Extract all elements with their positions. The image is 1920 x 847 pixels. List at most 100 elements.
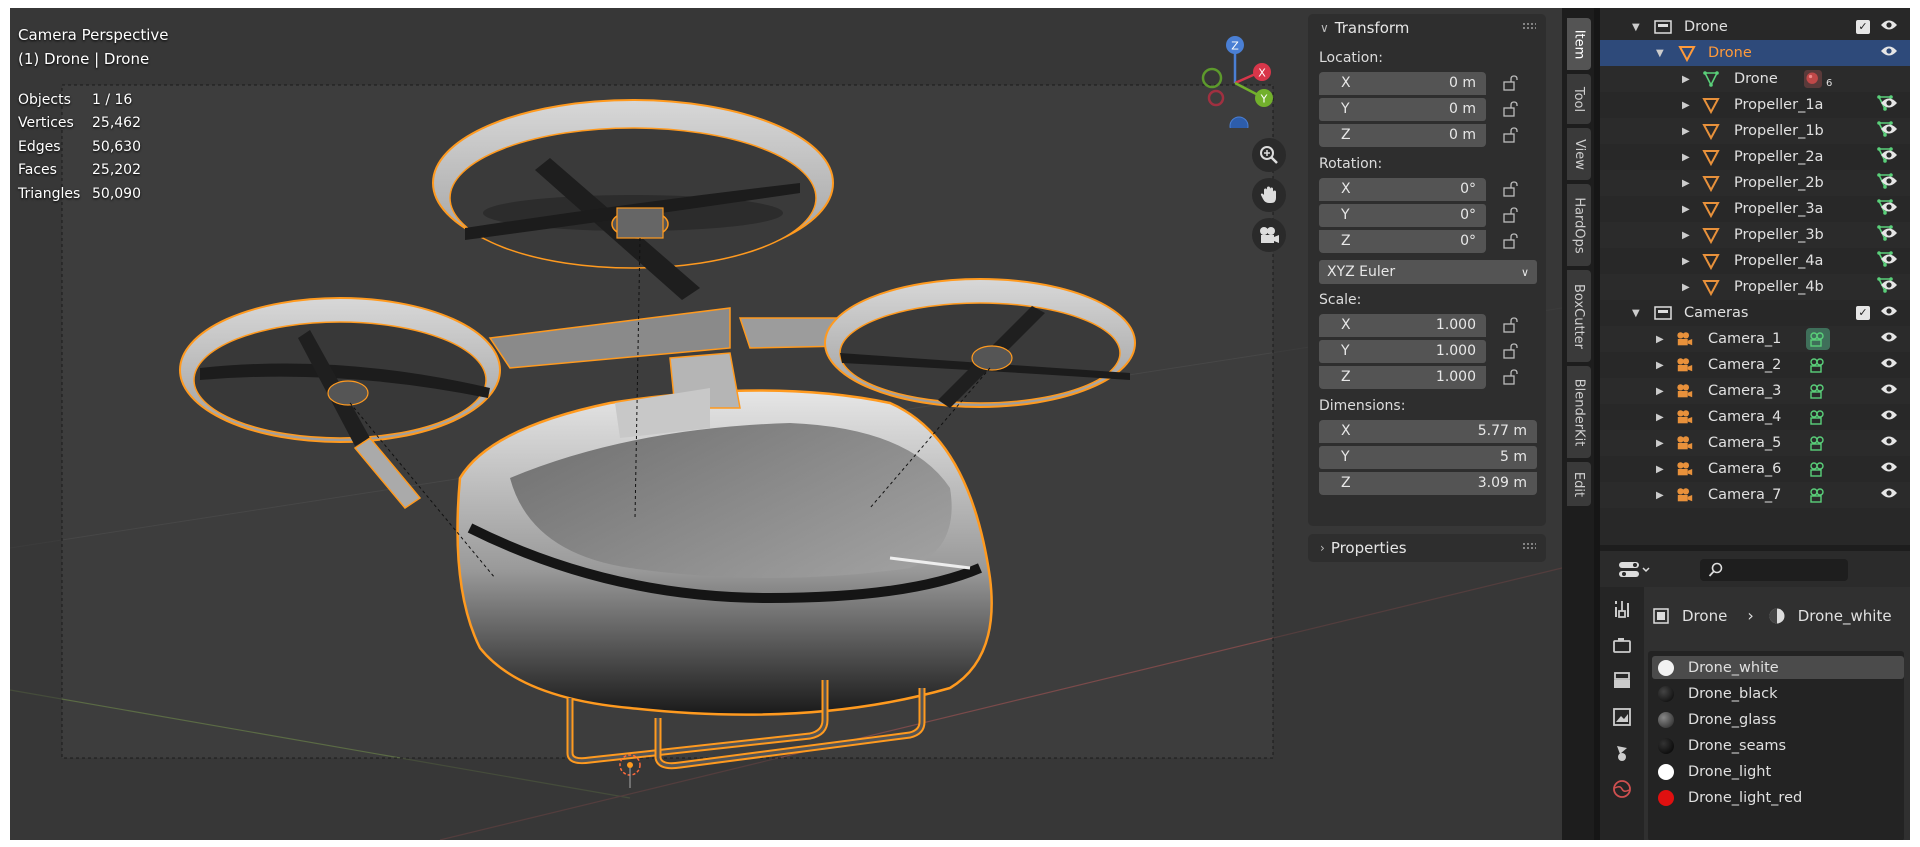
location-x-field[interactable]: X0 m [1319, 71, 1486, 95]
drag-grip-icon[interactable] [1522, 542, 1536, 550]
camera-data-icon[interactable] [1809, 408, 1827, 426]
expand-right-icon[interactable]: ▶ [1682, 100, 1690, 111]
outliner-row-propeller[interactable]: ▶ Propeller_4a [1600, 248, 1910, 274]
eye-icon[interactable] [1880, 357, 1898, 373]
eye-icon[interactable] [1880, 253, 1898, 269]
outliner-row-propeller[interactable]: ▶ Propeller_3a [1600, 196, 1910, 222]
outliner-row-propeller[interactable]: ▶ Propeller_2a [1600, 144, 1910, 170]
camera-data-icon[interactable] [1809, 382, 1827, 400]
render-properties-icon[interactable] [1612, 635, 1632, 655]
eye-icon[interactable] [1880, 175, 1898, 191]
lock-icon[interactable] [1502, 75, 1522, 91]
material-slot[interactable]: Drone_glass [1652, 708, 1904, 731]
tab-blenderkit[interactable]: BlenderKit [1567, 366, 1591, 458]
expand-right-icon[interactable]: ▶ [1682, 256, 1690, 267]
dimensions-z-field[interactable]: Z 3.09 m [1319, 471, 1537, 495]
eye-icon[interactable] [1880, 461, 1898, 477]
scale-x-field[interactable]: X 1.000 [1319, 313, 1486, 337]
properties-panel-collapsed[interactable]: › Properties [1308, 534, 1546, 562]
outliner-row-propeller[interactable]: ▶ Propeller_2b [1600, 170, 1910, 196]
pan-hand-icon[interactable] [1252, 178, 1286, 212]
expand-right-icon[interactable]: ▶ [1682, 204, 1690, 215]
outliner-row-drone-object[interactable]: ▼ Drone [1600, 40, 1910, 66]
expand-down-icon[interactable]: ▼ [1632, 308, 1640, 319]
material-slot[interactable]: Drone_light_red [1652, 786, 1904, 809]
expand-right-icon[interactable]: ▶ [1682, 126, 1690, 137]
editor-type-icon[interactable] [1618, 560, 1652, 584]
properties-panel-header[interactable]: › Properties [1308, 534, 1546, 562]
tab-view[interactable]: View [1567, 128, 1591, 180]
outliner-row-camera[interactable]: ▶ Camera_6 [1600, 456, 1910, 482]
properties-search-input[interactable] [1700, 559, 1848, 581]
lock-icon[interactable] [1502, 127, 1522, 143]
eye-icon[interactable] [1880, 201, 1898, 217]
outliner-row-camera[interactable]: ▶ Camera_2 [1600, 352, 1910, 378]
tool-settings-icon[interactable] [1612, 599, 1632, 619]
world-properties-icon[interactable] [1612, 779, 1632, 799]
lock-icon[interactable] [1502, 369, 1522, 385]
expand-right-icon[interactable]: ▶ [1656, 464, 1664, 475]
rotation-y-field[interactable]: Y 0° [1319, 203, 1486, 227]
scene-properties-icon[interactable] [1612, 743, 1632, 763]
eye-icon[interactable] [1880, 487, 1898, 503]
tab-edit[interactable]: Edit [1567, 462, 1591, 506]
material-sphere-icon[interactable] [1804, 70, 1822, 88]
material-slot-list[interactable]: Drone_white Drone_black Drone_glass Dron… [1648, 651, 1904, 840]
rotation-mode-dropdown[interactable]: XYZ Euler ∨ [1319, 260, 1537, 284]
eye-icon[interactable] [1880, 279, 1898, 295]
lock-icon[interactable] [1502, 207, 1522, 223]
eye-icon[interactable] [1880, 97, 1898, 113]
expand-right-icon[interactable]: ▶ [1656, 490, 1664, 501]
rotation-x-field[interactable]: X 0° [1319, 177, 1486, 201]
expand-right-icon[interactable]: ▶ [1656, 438, 1664, 449]
eye-icon[interactable] [1880, 45, 1898, 61]
eye-icon[interactable] [1880, 19, 1898, 35]
camera-data-icon[interactable] [1809, 434, 1827, 452]
outliner-row-camera[interactable]: ▶ Camera_7 [1600, 482, 1910, 508]
expand-right-icon[interactable]: ▶ [1682, 282, 1690, 293]
drag-grip-icon[interactable] [1522, 22, 1536, 30]
expand-right-icon[interactable]: ▶ [1682, 74, 1690, 85]
camera-data-icon[interactable] [1809, 460, 1827, 478]
outliner-row-camera[interactable]: ▶ Camera_4 [1600, 404, 1910, 430]
expand-right-icon[interactable]: ▶ [1682, 230, 1690, 241]
lock-icon[interactable] [1502, 317, 1522, 333]
eye-icon[interactable] [1880, 305, 1898, 321]
location-z-field[interactable]: Z0 m [1319, 123, 1486, 147]
navigation-gizmo[interactable]: Z X Y [1190, 28, 1280, 128]
lock-icon[interactable] [1502, 233, 1522, 249]
outliner-row-cameras-collection[interactable]: ▼ Cameras ✓ [1600, 300, 1910, 326]
zoom-icon[interactable] [1252, 138, 1286, 172]
location-y-field[interactable]: Y0 m [1319, 97, 1486, 121]
eye-icon[interactable] [1880, 409, 1898, 425]
material-slot[interactable]: Drone_black [1652, 682, 1904, 705]
outliner-row-drone-collection[interactable]: ▼ Drone ✓ [1600, 14, 1910, 40]
tab-hardops[interactable]: HardOps [1567, 184, 1591, 266]
outliner-row-camera[interactable]: ▶ Camera_1 [1600, 326, 1910, 352]
eye-icon[interactable] [1880, 123, 1898, 139]
lock-icon[interactable] [1502, 101, 1522, 117]
expand-right-icon[interactable]: ▶ [1656, 386, 1664, 397]
checkbox-icon[interactable]: ✓ [1856, 306, 1870, 320]
eye-icon[interactable] [1880, 435, 1898, 451]
checkbox-icon[interactable]: ✓ [1856, 20, 1870, 34]
lock-icon[interactable] [1502, 343, 1522, 359]
expand-down-icon[interactable]: ▼ [1632, 22, 1640, 33]
outliner-row-propeller[interactable]: ▶ Propeller_4b [1600, 274, 1910, 300]
expand-down-icon[interactable]: ▼ [1656, 48, 1664, 59]
outliner-row-propeller[interactable]: ▶ Propeller_1b [1600, 118, 1910, 144]
scale-z-field[interactable]: Z 1.000 [1319, 365, 1486, 389]
camera-data-icon[interactable] [1809, 356, 1827, 374]
tab-boxcutter[interactable]: BoxCutter [1567, 270, 1591, 362]
dimensions-x-field[interactable]: X 5.77 m [1319, 419, 1537, 443]
expand-right-icon[interactable]: ▶ [1656, 334, 1664, 345]
dimensions-y-field[interactable]: Y5 m [1319, 445, 1537, 469]
outliner-row-drone-mesh[interactable]: ▶ Drone 6 [1600, 66, 1910, 92]
outliner-row-propeller[interactable]: ▶ Propeller_3b [1600, 222, 1910, 248]
outliner[interactable]: ▼ Drone ✓ ▼ Drone ▶ Drone 6 ▶ Propeller_… [1600, 8, 1910, 545]
camera-data-icon[interactable] [1809, 486, 1827, 504]
outliner-row-propeller[interactable]: ▶ Propeller_1a [1600, 92, 1910, 118]
material-slot[interactable]: Drone_white [1652, 656, 1904, 679]
eye-icon[interactable] [1880, 149, 1898, 165]
lock-icon[interactable] [1502, 181, 1522, 197]
